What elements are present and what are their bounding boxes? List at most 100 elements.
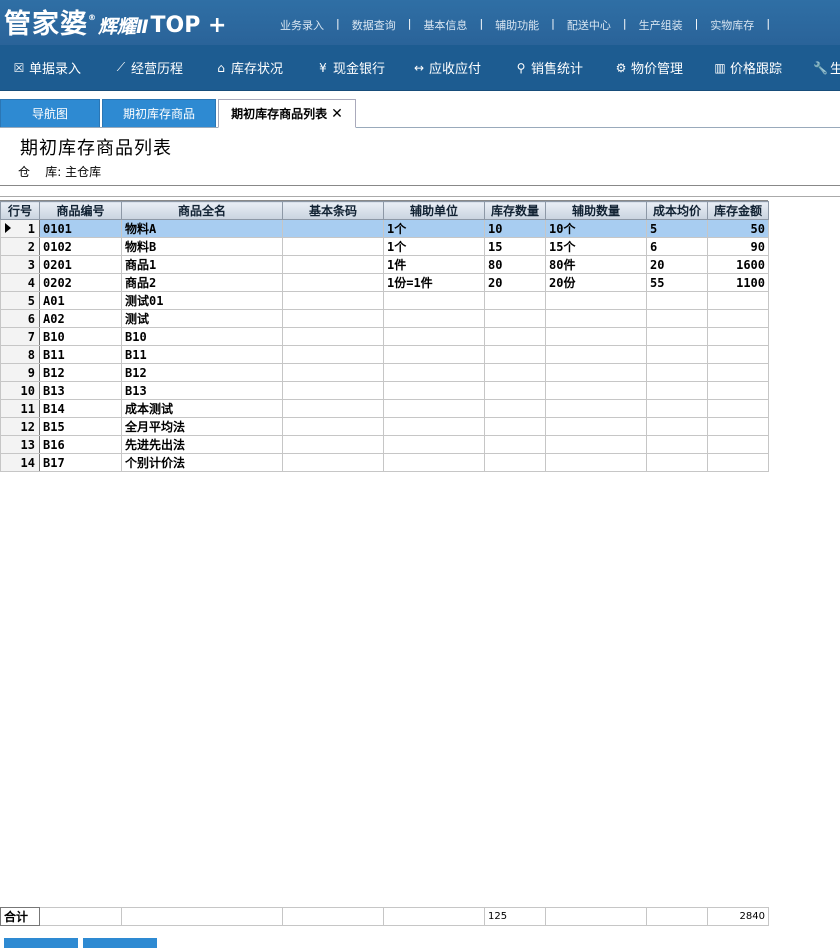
table-cell[interactable]: 80件: [545, 255, 647, 274]
table-cell[interactable]: 0201: [39, 255, 122, 274]
table-cell[interactable]: [545, 327, 647, 346]
column-header[interactable]: 商品编号: [39, 201, 122, 220]
table-cell[interactable]: 物料B: [121, 237, 283, 256]
table-cell[interactable]: [545, 417, 647, 436]
table-cell[interactable]: [282, 273, 384, 292]
table-cell[interactable]: [707, 309, 769, 328]
table-row[interactable]: 4 0202 商品2 1份=1件 20 20份 55 1100: [0, 273, 769, 292]
table-cell[interactable]: [282, 255, 384, 274]
bottom-button-2[interactable]: [83, 938, 157, 948]
table-cell[interactable]: 10个: [545, 219, 647, 238]
close-icon[interactable]: ✕: [331, 106, 343, 122]
table-cell[interactable]: 1个: [383, 237, 485, 256]
table-cell[interactable]: [282, 399, 384, 418]
table-cell[interactable]: 商品1: [121, 255, 283, 274]
table-cell[interactable]: [484, 327, 546, 346]
table-cell[interactable]: B16: [39, 435, 122, 454]
table-cell[interactable]: 15: [484, 237, 546, 256]
table-cell[interactable]: [646, 345, 708, 364]
table-cell[interactable]: [545, 399, 647, 418]
table-cell[interactable]: [282, 309, 384, 328]
table-cell[interactable]: B13: [121, 381, 283, 400]
top-menu-item[interactable]: 生产组装: [627, 17, 695, 33]
table-cell[interactable]: [383, 291, 485, 310]
table-cell[interactable]: [282, 435, 384, 454]
table-cell[interactable]: [545, 363, 647, 382]
table-cell[interactable]: 90: [707, 237, 769, 256]
table-cell[interactable]: B14: [39, 399, 122, 418]
table-cell[interactable]: 0202: [39, 273, 122, 292]
table-cell[interactable]: [545, 453, 647, 472]
table-cell[interactable]: 55: [646, 273, 708, 292]
table-cell[interactable]: B11: [39, 345, 122, 364]
table-row[interactable]: 1 0101 物料A 1个 10 10个 5 50: [0, 219, 769, 238]
table-cell[interactable]: A01: [39, 291, 122, 310]
table-cell[interactable]: 1600: [707, 255, 769, 274]
table-cell[interactable]: 全月平均法: [121, 417, 283, 436]
table-row[interactable]: 11 B14 成本测试: [0, 399, 769, 418]
table-cell[interactable]: [282, 381, 384, 400]
table-row[interactable]: 10 B13 B13: [0, 381, 769, 400]
table-cell[interactable]: [282, 291, 384, 310]
bottom-button-1[interactable]: [4, 938, 78, 948]
table-cell[interactable]: [646, 291, 708, 310]
table-cell[interactable]: B13: [39, 381, 122, 400]
table-cell[interactable]: 20: [646, 255, 708, 274]
table-row[interactable]: 5 A01 测试01: [0, 291, 769, 310]
table-cell[interactable]: [646, 417, 708, 436]
table-cell[interactable]: 商品2: [121, 273, 283, 292]
table-cell[interactable]: [646, 399, 708, 418]
table-cell[interactable]: [484, 363, 546, 382]
table-row[interactable]: 7 B10 B10: [0, 327, 769, 346]
table-cell[interactable]: [383, 363, 485, 382]
table-cell[interactable]: [484, 453, 546, 472]
table-cell[interactable]: [484, 399, 546, 418]
table-cell[interactable]: [545, 381, 647, 400]
table-cell[interactable]: B12: [39, 363, 122, 382]
column-header[interactable]: 库存金额: [707, 201, 769, 220]
table-cell[interactable]: [707, 435, 769, 454]
column-header[interactable]: 基本条码: [282, 201, 384, 220]
table-cell[interactable]: [707, 363, 769, 382]
table-cell[interactable]: [646, 363, 708, 382]
table-cell[interactable]: 20: [484, 273, 546, 292]
table-cell[interactable]: B10: [121, 327, 283, 346]
column-header[interactable]: 库存数量: [484, 201, 546, 220]
table-cell[interactable]: 先进先出法: [121, 435, 283, 454]
table-cell[interactable]: 个别计价法: [121, 453, 283, 472]
table-cell[interactable]: [707, 399, 769, 418]
top-menu-item[interactable]: 业务录入: [268, 17, 336, 33]
table-cell[interactable]: 测试01: [121, 291, 283, 310]
table-cell[interactable]: [545, 345, 647, 364]
table-cell[interactable]: [707, 327, 769, 346]
table-cell[interactable]: [383, 309, 485, 328]
table-cell[interactable]: [707, 417, 769, 436]
top-menu-item[interactable]: 基本信息: [411, 17, 479, 33]
table-cell[interactable]: [383, 381, 485, 400]
table-cell[interactable]: B10: [39, 327, 122, 346]
table-cell[interactable]: B17: [39, 453, 122, 472]
table-cell[interactable]: [282, 345, 384, 364]
top-menu-item[interactable]: 实物库存: [698, 17, 766, 33]
table-cell[interactable]: 15个: [545, 237, 647, 256]
table-cell[interactable]: [646, 381, 708, 400]
nav-item-5[interactable]: ↔ 应收应付: [412, 45, 481, 90]
table-cell[interactable]: [383, 399, 485, 418]
nav-item-1[interactable]: ☒ 单据录入: [12, 45, 81, 90]
table-cell[interactable]: [484, 417, 546, 436]
table-row[interactable]: 13 B16 先进先出法: [0, 435, 769, 454]
table-cell[interactable]: [484, 291, 546, 310]
table-cell[interactable]: 1100: [707, 273, 769, 292]
table-row[interactable]: 2 0102 物料B 1个 15 15个 6 90: [0, 237, 769, 256]
table-cell[interactable]: [282, 219, 384, 238]
table-cell[interactable]: [484, 345, 546, 364]
nav-item-9[interactable]: 🔧 生: [813, 45, 840, 90]
table-cell[interactable]: 0101: [39, 219, 122, 238]
tab-opening-stock[interactable]: 期初库存商品: [102, 99, 216, 127]
tab-navigation-map[interactable]: 导航图: [0, 99, 100, 127]
table-cell[interactable]: [646, 453, 708, 472]
top-menu-item[interactable]: 数据查询: [340, 17, 408, 33]
table-cell[interactable]: 1件: [383, 255, 485, 274]
column-header[interactable]: 商品全名: [121, 201, 283, 220]
table-cell[interactable]: 0102: [39, 237, 122, 256]
